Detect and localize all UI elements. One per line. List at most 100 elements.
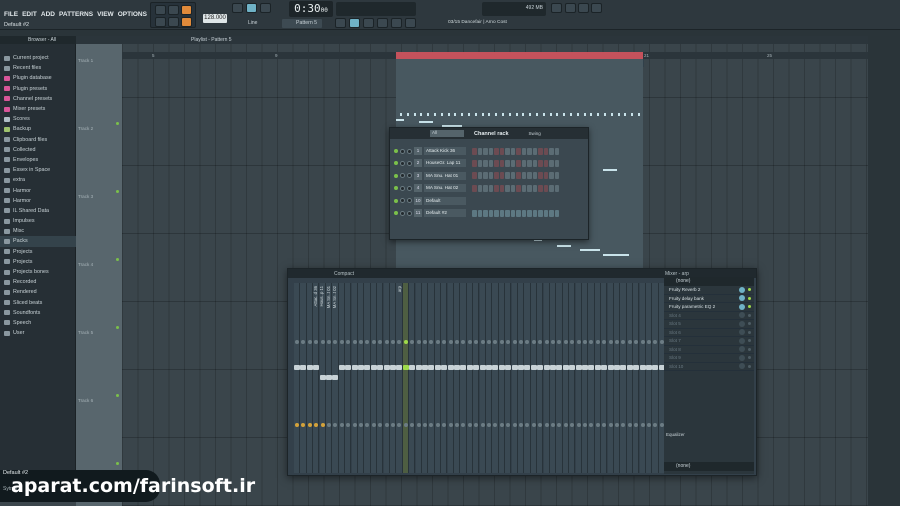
browser-item[interactable]: Misc	[0, 226, 76, 236]
pan-knob[interactable]	[403, 340, 408, 344]
pan-knob[interactable]	[314, 340, 319, 344]
route-knob[interactable]	[634, 423, 639, 427]
mixer-track[interactable]	[415, 283, 422, 473]
channel-mute-led[interactable]	[394, 198, 398, 203]
view-browser-icon[interactable]	[391, 18, 402, 28]
fx-enable-led[interactable]	[748, 313, 751, 317]
volume-fader[interactable]	[460, 365, 467, 370]
pan-knob[interactable]	[333, 340, 338, 344]
step[interactable]	[505, 147, 510, 155]
fx-enable-led[interactable]	[748, 330, 751, 334]
fx-slot[interactable]: Slot 8	[664, 346, 754, 354]
channel-mute-led[interactable]	[394, 161, 398, 166]
step[interactable]	[516, 147, 521, 155]
step[interactable]	[554, 147, 559, 155]
tempo-display[interactable]: 128.000	[203, 14, 227, 23]
mixer-track[interactable]	[537, 283, 544, 473]
volume-fader[interactable]	[550, 365, 556, 370]
fx-mix-knob[interactable]	[739, 295, 745, 302]
mixer-track[interactable]	[351, 283, 358, 473]
step-sequencer[interactable]	[472, 147, 559, 155]
fx-slot[interactable]: Slot 4	[664, 312, 754, 320]
step[interactable]	[538, 147, 543, 155]
step[interactable]	[527, 184, 532, 192]
step[interactable]	[516, 209, 521, 217]
step[interactable]	[521, 209, 526, 217]
fx-enable-led[interactable]	[748, 347, 751, 351]
fx-mix-knob[interactable]	[739, 312, 745, 319]
channel-row[interactable]: 4 MA Snu. Hat 02	[394, 183, 584, 193]
mixer-track[interactable]	[370, 283, 377, 473]
step[interactable]	[499, 184, 504, 192]
step[interactable]	[505, 197, 510, 205]
pan-knob[interactable]	[576, 340, 581, 344]
browser-item[interactable]: Mixer presets	[0, 104, 76, 114]
pattern-song-toggle[interactable]	[155, 5, 166, 15]
route-knob[interactable]	[295, 423, 299, 427]
step[interactable]	[532, 147, 537, 155]
menu-item-patterns[interactable]: PATTERNS	[59, 11, 93, 18]
channel-name-button[interactable]: Attack Kick 36	[424, 147, 466, 155]
step[interactable]	[543, 172, 548, 180]
mixer-view-mode[interactable]: Compact	[334, 271, 354, 277]
step[interactable]	[521, 197, 526, 205]
route-knob[interactable]	[615, 423, 619, 427]
fx-mix-knob[interactable]	[739, 363, 745, 370]
menu-item-add[interactable]: ADD	[41, 11, 55, 18]
mixer-track[interactable]	[620, 283, 627, 473]
track-mute-led[interactable]	[116, 122, 119, 125]
volume-fader[interactable]	[582, 365, 588, 370]
browser-item[interactable]: Projects	[0, 257, 76, 267]
mixer-track[interactable]	[422, 283, 429, 473]
channel-mute-led[interactable]	[394, 186, 398, 191]
view-channel-rack-icon[interactable]	[349, 18, 360, 28]
route-knob[interactable]	[455, 423, 459, 427]
mixer-track[interactable]	[460, 283, 467, 473]
step-sequencer[interactable]	[472, 184, 559, 192]
mixer-track[interactable]	[518, 283, 525, 473]
channel-pan-knob[interactable]	[400, 173, 405, 179]
volume-fader[interactable]	[588, 365, 595, 370]
step[interactable]	[499, 147, 504, 155]
volume-fader[interactable]	[486, 365, 492, 370]
fx-mix-knob[interactable]	[739, 354, 745, 361]
step[interactable]	[499, 209, 504, 217]
mixer-track[interactable]	[326, 283, 333, 473]
route-knob[interactable]	[512, 423, 517, 427]
mixer-track[interactable]	[569, 283, 576, 473]
step[interactable]	[499, 172, 504, 180]
route-knob[interactable]	[647, 423, 651, 427]
volume-fader[interactable]	[294, 365, 300, 370]
volume-fader[interactable]	[300, 365, 307, 370]
step[interactable]	[543, 147, 548, 155]
step[interactable]	[483, 172, 488, 180]
channel-volume-knob[interactable]	[407, 185, 412, 191]
mixer-track[interactable]	[498, 283, 505, 473]
step[interactable]	[472, 209, 477, 217]
mixer-track[interactable]	[575, 283, 582, 473]
step[interactable]	[494, 197, 499, 205]
route-knob[interactable]	[429, 423, 434, 427]
step[interactable]	[527, 197, 532, 205]
route-knob[interactable]	[378, 423, 383, 427]
route-knob[interactable]	[602, 423, 607, 427]
close-icon[interactable]	[565, 3, 576, 13]
route-knob[interactable]	[461, 423, 466, 427]
mixer-track[interactable]	[530, 283, 537, 473]
browser-item[interactable]: Packs	[0, 236, 76, 247]
mixer-track[interactable]	[639, 283, 646, 473]
pan-knob[interactable]	[512, 340, 517, 344]
route-knob[interactable]	[307, 423, 312, 427]
view-playlist-icon[interactable]	[335, 18, 346, 28]
pan-knob[interactable]	[583, 340, 587, 344]
minimize-icon[interactable]	[591, 3, 602, 13]
pan-knob[interactable]	[595, 340, 600, 344]
pan-knob[interactable]	[621, 340, 626, 344]
channel-row[interactable]: 1 Attack Kick 36	[394, 146, 584, 156]
channel-number[interactable]: 10	[414, 196, 422, 205]
pan-knob[interactable]	[410, 340, 415, 344]
step[interactable]	[516, 197, 521, 205]
fx-slot[interactable]: Slot 5	[664, 320, 754, 329]
step[interactable]	[505, 159, 510, 167]
mixer-input-select[interactable]: (none)	[664, 277, 754, 286]
